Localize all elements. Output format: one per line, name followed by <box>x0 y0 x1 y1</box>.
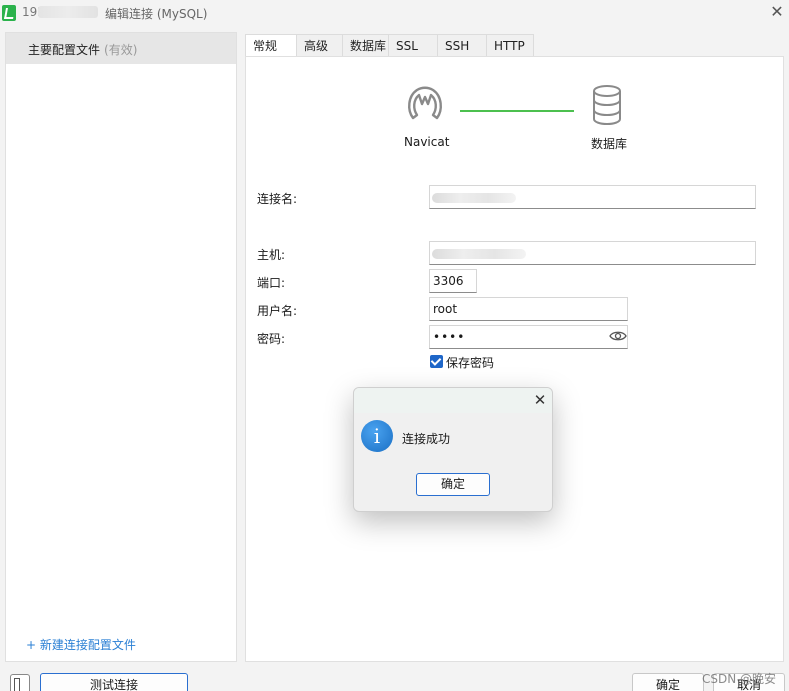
tab-http[interactable]: HTTP <box>486 34 534 57</box>
new-profile-link[interactable]: + 新建连接配置文件 <box>26 636 136 653</box>
profile-panel: 主要配置文件 (有效) + 新建连接配置文件 <box>5 32 237 662</box>
ok-button[interactable]: 确定 <box>632 673 704 691</box>
dialog-close-icon[interactable]: ✕ <box>530 390 550 410</box>
host-label: 主机: <box>257 248 286 262</box>
dialog-header <box>354 388 552 413</box>
tab-general[interactable]: 常规 <box>245 34 297 58</box>
profile-label: 主要配置文件 (有效) <box>28 43 138 57</box>
username-input[interactable]: root <box>429 297 628 321</box>
save-password-checkbox[interactable] <box>430 355 443 368</box>
database-icon <box>593 85 621 126</box>
redacted-value <box>432 193 516 203</box>
info-icon: i <box>361 420 393 452</box>
conn-name-input[interactable] <box>429 185 756 209</box>
navicat-label: Navicat <box>404 135 450 149</box>
password-input[interactable]: •••• <box>429 325 628 349</box>
navicat-logo-icon <box>408 86 442 120</box>
database-label: 数据库 <box>591 137 628 151</box>
tab-database[interactable]: 数据库 <box>342 34 389 57</box>
redacted-value <box>432 249 526 259</box>
dialog-ok-button[interactable]: 确定 <box>416 473 490 496</box>
profile-status: (有效) <box>104 43 138 57</box>
toggle-sidebar-icon[interactable] <box>10 674 30 691</box>
profile-item-main[interactable]: 主要配置文件 (有效) <box>6 33 236 64</box>
conn-name-label: 连接名: <box>257 192 298 206</box>
save-password-label: 保存密码 <box>446 356 495 370</box>
connection-graphic: Navicat 数据库 <box>396 84 636 154</box>
tab-ssh[interactable]: SSH <box>437 34 487 57</box>
title-bar: 192 编辑连接 (MySQL) ✕ <box>0 0 789 26</box>
username-label: 用户名: <box>257 304 298 318</box>
tab-ssl[interactable]: SSL <box>388 34 438 57</box>
port-input[interactable]: 3306 <box>429 269 477 293</box>
show-password-eye-icon[interactable] <box>609 329 627 343</box>
connection-line <box>460 110 574 112</box>
host-input[interactable] <box>429 241 756 265</box>
success-dialog: ✕ i 连接成功 确定 <box>353 387 553 512</box>
password-label: 密码: <box>257 332 286 346</box>
tab-advanced[interactable]: 高级 <box>296 34 343 57</box>
dialog-message: 连接成功 <box>402 432 451 446</box>
window-title: 编辑连接 (MySQL) <box>105 7 208 21</box>
window-close-icon[interactable]: ✕ <box>767 2 787 22</box>
title-redacted <box>38 6 98 18</box>
test-connection-button[interactable]: 测试连接 <box>40 673 188 691</box>
port-label: 端口: <box>257 276 286 290</box>
watermark: CSDN @晚安 <box>702 672 777 686</box>
navicat-app-icon <box>2 5 16 21</box>
